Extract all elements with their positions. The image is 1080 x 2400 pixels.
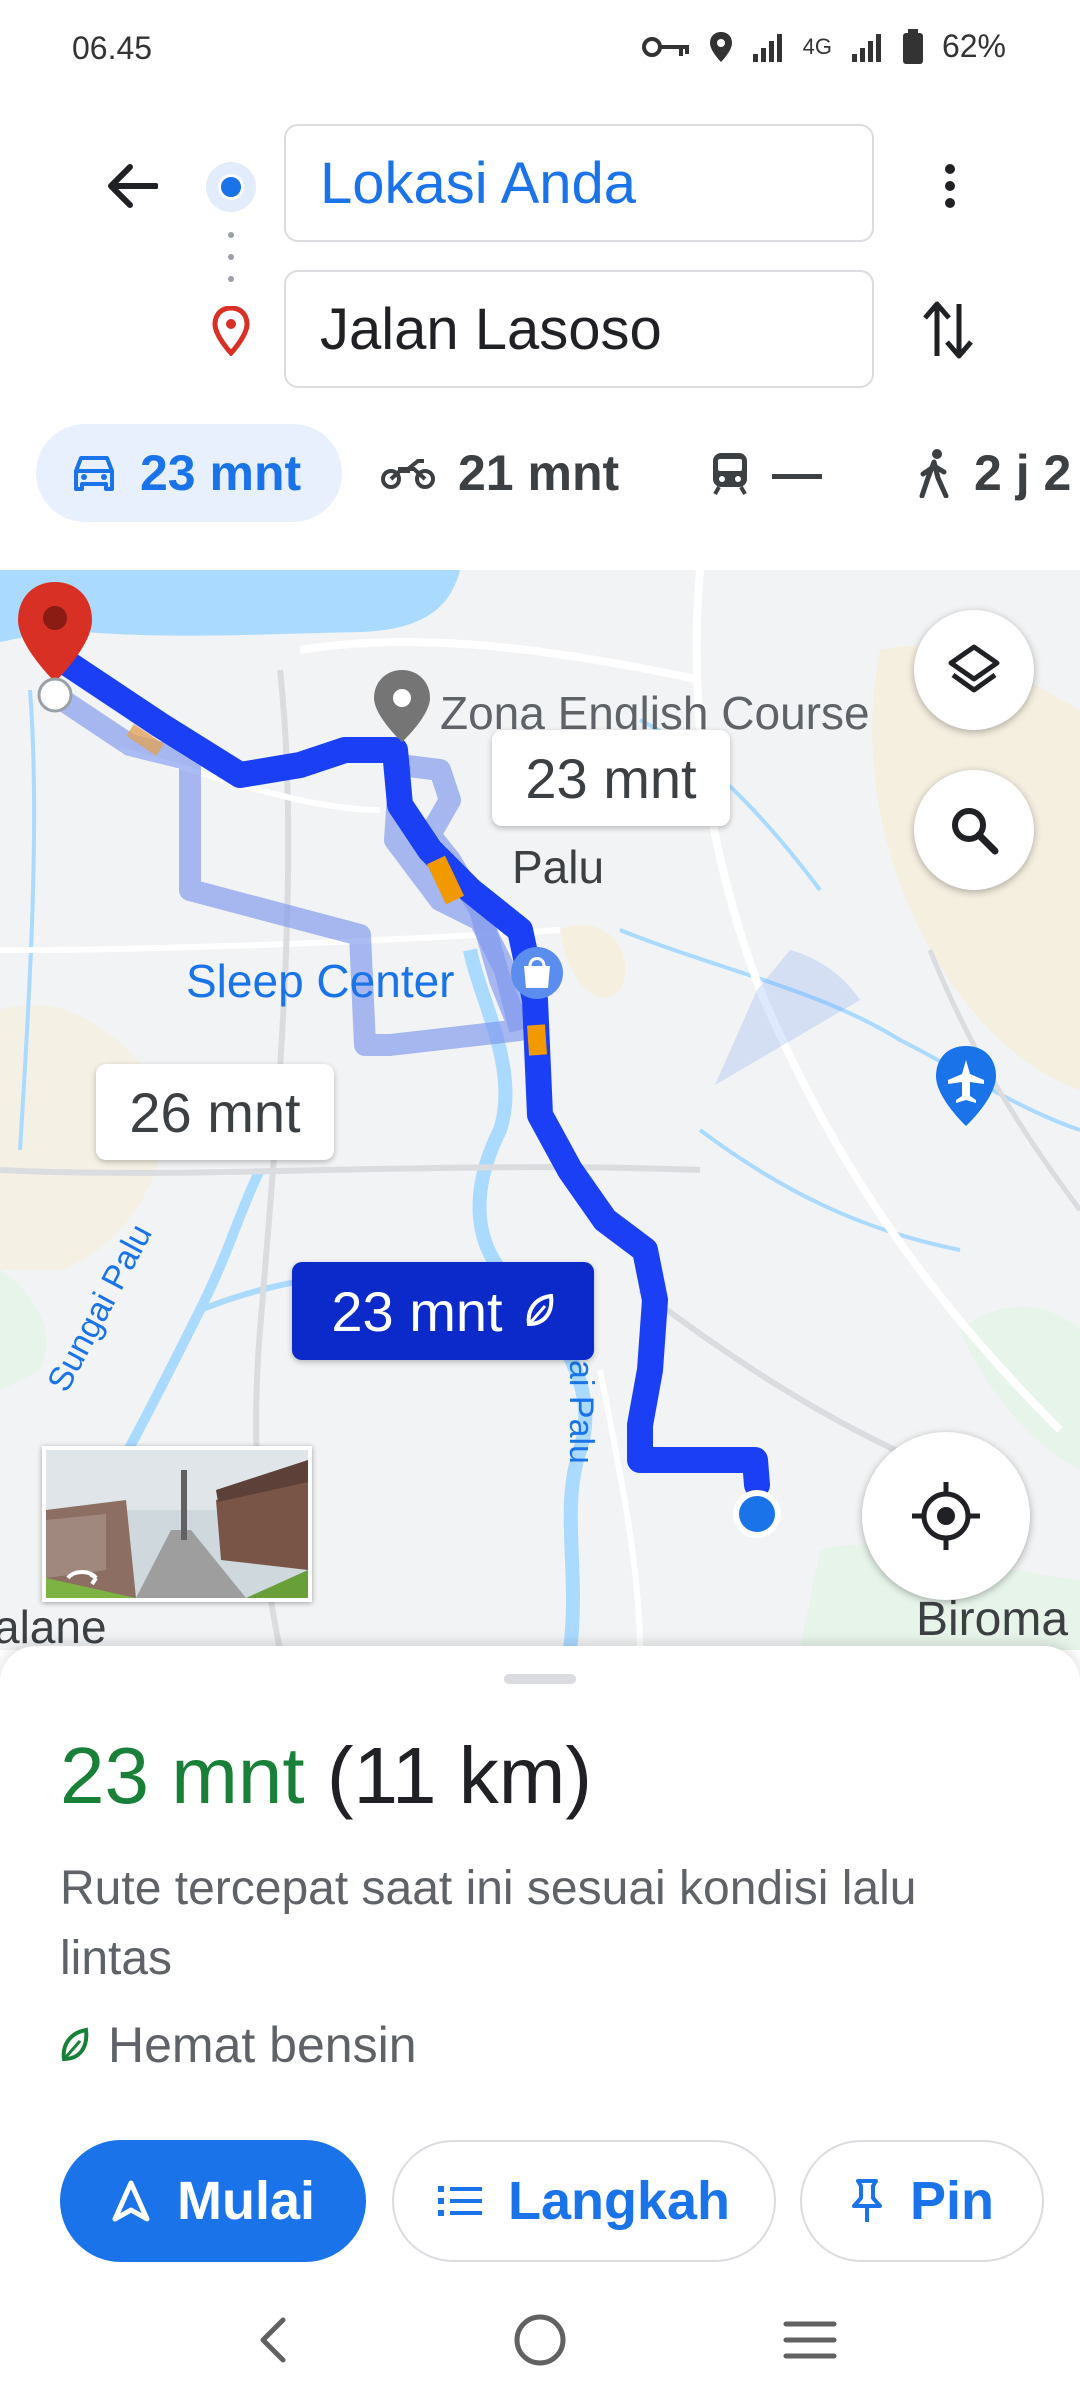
nav-home-button[interactable] — [500, 2304, 580, 2376]
route-chip-primary[interactable]: 23 mnt — [292, 1262, 594, 1360]
steps-label: Langkah — [507, 2171, 731, 2231]
signal-icon — [851, 33, 881, 62]
status-time: 06.45 — [72, 30, 153, 66]
route-chip-alt-1[interactable]: 23 mnt — [492, 730, 730, 826]
mode-walking[interactable]: 2 j 2 — [918, 424, 1071, 522]
nav-back-icon — [260, 2317, 286, 2363]
back-arrow-icon — [108, 164, 158, 208]
sheet-drag-handle[interactable] — [504, 1674, 576, 1684]
route-summary: 23 mnt (11 km) — [60, 1730, 592, 1822]
street-view-thumbnail[interactable] — [42, 1446, 312, 1602]
steps-button[interactable]: Langkah — [392, 2140, 776, 2262]
mode-driving[interactable]: 23 mnt — [36, 424, 342, 522]
route-chip-primary-label: 23 mnt — [331, 1279, 503, 1343]
destination-field[interactable]: Jalan Lasoso — [284, 270, 874, 388]
nav-recents-button[interactable] — [770, 2304, 850, 2376]
route-connector — [228, 232, 234, 282]
mode-transit-label: — — [772, 445, 822, 501]
more-vert-icon — [945, 164, 955, 208]
nav-recents-icon — [783, 2321, 837, 2359]
layers-icon — [948, 644, 1000, 693]
map-label-left-edge: alane — [0, 1601, 107, 1650]
nav-home-icon — [514, 2314, 566, 2366]
navigation-arrow-icon — [112, 2180, 150, 2222]
eco-badge: Hemat bensin — [60, 2016, 417, 2074]
map-view[interactable]: Zona English Course Palu Sleep Center Su… — [0, 570, 1080, 1650]
walk-icon — [919, 449, 949, 498]
route-actions: Mulai Langkah Pin — [0, 2140, 1080, 2264]
origin-field[interactable]: Lokasi Anda — [284, 124, 874, 242]
street-view-image — [46, 1450, 308, 1598]
mode-motorcycle-label: 21 mnt — [458, 445, 620, 501]
vpn-key-icon — [641, 36, 689, 57]
travel-mode-bar: 23 mnt 21 mnt — 2 j 2 — [0, 424, 1080, 526]
swap-icon — [923, 301, 973, 359]
start-label: Mulai — [176, 2171, 315, 2231]
my-location-button[interactable] — [862, 1432, 1030, 1600]
map-label-sleep-center[interactable]: Sleep Center — [186, 954, 455, 1008]
pin-label: Pin — [909, 2171, 994, 2231]
pin-button[interactable]: Pin — [800, 2140, 1044, 2262]
mode-walking-label: 2 j 2 — [974, 445, 1072, 501]
swap-button[interactable] — [912, 290, 984, 370]
origin-dot-icon — [206, 162, 256, 212]
nav-back-button[interactable] — [232, 2304, 312, 2376]
mode-driving-label: 23 mnt — [140, 445, 302, 501]
route-distance: (11 km) — [326, 1731, 593, 1820]
start-navigation-button[interactable]: Mulai — [60, 2140, 366, 2262]
motorcycle-icon — [381, 459, 435, 489]
map-label-palu: Palu — [512, 841, 605, 893]
mode-motorcycle[interactable]: 21 mnt — [380, 424, 619, 522]
layers-button[interactable] — [914, 610, 1034, 730]
route-description: Rute tercepat saat ini sesuai kondisi la… — [60, 1862, 917, 1985]
route-chip-alt-2[interactable]: 26 mnt — [96, 1064, 334, 1160]
network-type: 4G — [802, 33, 832, 59]
status-bar: 06.45 4G 62% — [0, 0, 1080, 100]
signal-icon — [752, 33, 782, 62]
search-icon — [952, 808, 999, 855]
car-icon — [74, 456, 114, 491]
location-icon — [709, 31, 732, 62]
map-label-river-center: ai Palu — [562, 1360, 600, 1464]
back-button[interactable] — [96, 150, 168, 222]
status-icons: 4G 62% — [641, 28, 1006, 65]
my-location-icon — [912, 1482, 980, 1550]
transit-icon — [713, 453, 747, 495]
search-along-route-button[interactable] — [914, 770, 1034, 890]
pin-icon — [851, 2179, 882, 2222]
more-options-button[interactable] — [920, 150, 980, 222]
system-nav-bar — [0, 2280, 1080, 2400]
battery-level: 62% — [941, 28, 1006, 64]
map-label-right-edge: Biroma — [916, 1593, 1069, 1646]
route-duration: 23 mnt — [60, 1731, 305, 1820]
eco-leaf-icon — [526, 1294, 553, 1327]
list-icon — [437, 2186, 482, 2216]
destination-pin-icon — [212, 305, 250, 361]
eco-leaf-icon — [61, 2027, 89, 2062]
mode-transit[interactable]: — — [710, 424, 822, 522]
eco-label: Hemat bensin — [108, 2017, 417, 2073]
battery-icon — [902, 28, 923, 64]
